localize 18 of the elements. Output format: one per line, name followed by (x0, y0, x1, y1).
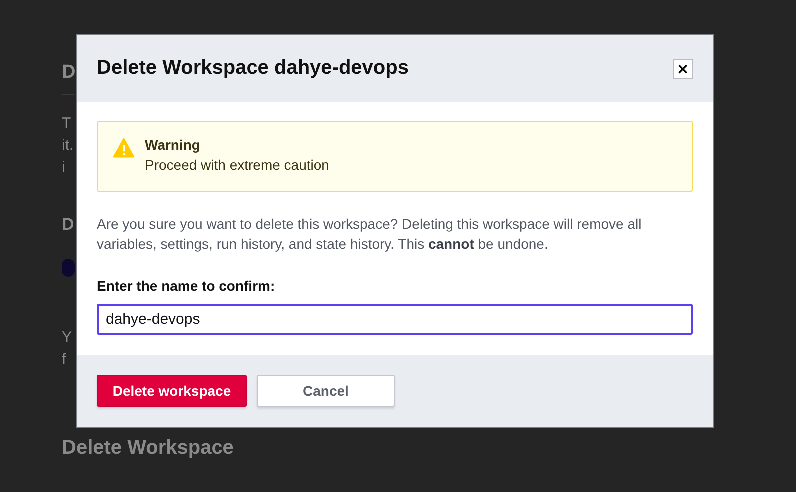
page-heading: Delete Workspace (62, 437, 234, 460)
page-text: T (62, 114, 72, 134)
delete-button[interactable]: Delete workspace (97, 375, 247, 407)
close-button[interactable]: × (673, 58, 693, 78)
page-text: it. (62, 136, 74, 156)
page-heading: D (62, 215, 74, 235)
name-input-field[interactable]: dahye-devops (97, 304, 693, 335)
warning-title: Warning (145, 137, 202, 153)
warning-message: Proceed with extreme caution (145, 157, 330, 173)
dialog-title: Delete Workspace dahye-devops (97, 57, 409, 80)
page-text: Y (62, 328, 72, 348)
confirmation-message: Are you sure you want to delete this workspace? Deleting this workspace will remove all variables, settings, run history, and state history. This cannot be undone. (97, 215, 643, 254)
cancel-button[interactable]: Cancel (257, 375, 395, 407)
page-heading: D (62, 61, 76, 85)
page-text: f (62, 350, 68, 370)
page-text: i (62, 158, 66, 178)
field-label: Enter the name to confirm: (97, 278, 276, 294)
warning-icon (113, 138, 135, 158)
